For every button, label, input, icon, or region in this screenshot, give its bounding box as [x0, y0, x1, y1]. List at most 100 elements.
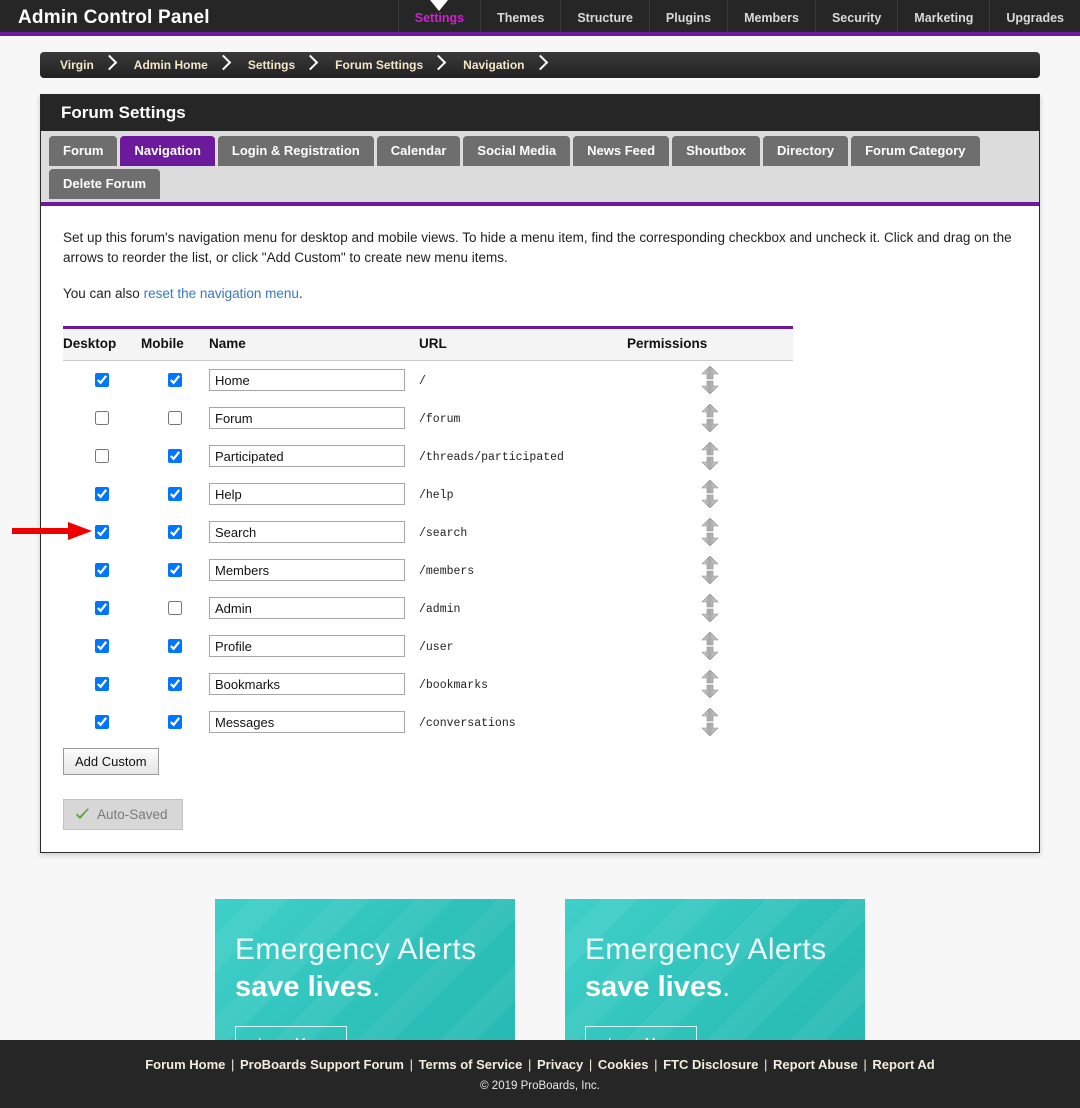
name-input-row-forum[interactable]: [209, 407, 405, 429]
name-input-row-messages[interactable]: [209, 711, 405, 733]
add-custom-button[interactable]: Add Custom: [63, 748, 159, 775]
mobile-checkbox-row-profile[interactable]: [168, 639, 182, 653]
cell-mobile: [141, 399, 209, 437]
reorder-arrows-icon[interactable]: [701, 556, 719, 584]
nav-item-members[interactable]: Members: [727, 0, 815, 32]
footer-link-ftc-disclosure[interactable]: FTC Disclosure: [663, 1057, 758, 1072]
reset-navigation-menu-link[interactable]: reset the navigation menu: [144, 286, 299, 301]
cell-url: /forum: [419, 399, 627, 437]
footer-link-cookies[interactable]: Cookies: [598, 1057, 649, 1072]
nav-item-settings[interactable]: Settings: [397, 0, 480, 32]
breadcrumb-item-virgin[interactable]: Virgin: [40, 52, 104, 78]
mobile-checkbox-row-home[interactable]: [168, 373, 182, 387]
tab-forum-category[interactable]: Forum Category: [851, 136, 980, 166]
name-input-row-members[interactable]: [209, 559, 405, 581]
cell-permissions: [627, 589, 793, 627]
footer-link-report-ad[interactable]: Report Ad: [872, 1057, 934, 1072]
cell-desktop: [63, 703, 141, 741]
reorder-arrows-icon[interactable]: [701, 594, 719, 622]
desktop-checkbox-row-help[interactable]: [95, 487, 109, 501]
intro-reset-line: You can also reset the navigation menu.: [63, 284, 1013, 304]
reorder-arrows-icon[interactable]: [701, 366, 719, 394]
table-row: /search: [63, 513, 793, 551]
url-text: /threads/participated: [419, 451, 564, 464]
breadcrumb-item-admin-home[interactable]: Admin Home: [118, 52, 218, 78]
table-row: /admin: [63, 589, 793, 627]
desktop-checkbox-row-bookmarks[interactable]: [95, 677, 109, 691]
reorder-arrows-icon[interactable]: [701, 518, 719, 546]
tab-calendar[interactable]: Calendar: [376, 136, 461, 166]
footer-link-privacy[interactable]: Privacy: [537, 1057, 583, 1072]
breadcrumb-item-settings[interactable]: Settings: [232, 52, 305, 78]
footer-separator: |: [405, 1056, 417, 1072]
mobile-checkbox-row-members[interactable]: [168, 563, 182, 577]
footer-link-report-abuse[interactable]: Report Abuse: [773, 1057, 858, 1072]
table-row: /help: [63, 475, 793, 513]
reorder-arrows-icon[interactable]: [701, 708, 719, 736]
cell-permissions: [627, 665, 793, 703]
tab-social-media[interactable]: Social Media: [463, 136, 571, 166]
cell-mobile: [141, 665, 209, 703]
tab-navigation[interactable]: Navigation: [120, 136, 215, 166]
mobile-checkbox-row-admin[interactable]: [168, 601, 182, 615]
intro-paragraph: Set up this forum's navigation menu for …: [63, 230, 1012, 265]
desktop-checkbox-row-home[interactable]: [95, 373, 109, 387]
desktop-checkbox-row-search[interactable]: [95, 525, 109, 539]
nav-item-marketing[interactable]: Marketing: [897, 0, 989, 32]
breadcrumb-chevron-icon: [433, 52, 447, 78]
name-input-row-admin[interactable]: [209, 597, 405, 619]
nav-item-upgrades[interactable]: Upgrades: [989, 0, 1080, 32]
reorder-arrows-icon[interactable]: [701, 404, 719, 432]
cell-desktop: [63, 665, 141, 703]
footer-link-forum-home[interactable]: Forum Home: [145, 1057, 225, 1072]
cell-name: [209, 361, 419, 400]
desktop-checkbox-row-forum[interactable]: [95, 411, 109, 425]
nav-item-security[interactable]: Security: [814, 0, 897, 32]
footer-link-proboards-support-forum[interactable]: ProBoards Support Forum: [240, 1057, 404, 1072]
reorder-arrows-icon[interactable]: [701, 442, 719, 470]
tab-login-registration[interactable]: Login & Registration: [217, 136, 374, 166]
url-text: /user: [419, 641, 454, 654]
tab-shoutbox[interactable]: Shoutbox: [672, 136, 761, 166]
url-text: /help: [419, 489, 454, 502]
reorder-arrows-icon[interactable]: [701, 670, 719, 698]
name-input-row-bookmarks[interactable]: [209, 673, 405, 695]
nav-item-structure[interactable]: Structure: [560, 0, 649, 32]
breadcrumb-item-forum-settings[interactable]: Forum Settings: [319, 52, 433, 78]
mobile-checkbox-row-search[interactable]: [168, 525, 182, 539]
mobile-checkbox-row-forum[interactable]: [168, 411, 182, 425]
cell-url: /conversations: [419, 703, 627, 741]
mobile-checkbox-row-messages[interactable]: [168, 715, 182, 729]
mobile-checkbox-row-help[interactable]: [168, 487, 182, 501]
cell-desktop: [63, 437, 141, 475]
tab-directory[interactable]: Directory: [763, 136, 849, 166]
mobile-checkbox-row-bookmarks[interactable]: [168, 677, 182, 691]
desktop-checkbox-row-participated[interactable]: [95, 449, 109, 463]
table-header: Desktop Mobile Name URL Permissions: [63, 326, 793, 361]
cell-url: /threads/participated: [419, 437, 627, 475]
name-input-row-profile[interactable]: [209, 635, 405, 657]
tab-delete-forum[interactable]: Delete Forum: [49, 169, 161, 199]
breadcrumb-chevron-icon: [305, 52, 319, 78]
tab-forum[interactable]: Forum: [49, 136, 118, 166]
cell-name: [209, 589, 419, 627]
nav-item-themes[interactable]: Themes: [480, 0, 560, 32]
reorder-arrows-icon[interactable]: [701, 480, 719, 508]
desktop-checkbox-row-members[interactable]: [95, 563, 109, 577]
desktop-checkbox-row-profile[interactable]: [95, 639, 109, 653]
url-text: /search: [419, 527, 468, 540]
footer-links: Forum Home | ProBoards Support Forum | T…: [145, 1057, 935, 1072]
name-input-row-participated[interactable]: [209, 445, 405, 467]
tab-news-feed[interactable]: News Feed: [573, 136, 670, 166]
breadcrumb-label: Admin Home: [133, 58, 208, 72]
desktop-checkbox-row-messages[interactable]: [95, 715, 109, 729]
nav-item-plugins[interactable]: Plugins: [648, 0, 727, 32]
mobile-checkbox-row-participated[interactable]: [168, 449, 182, 463]
footer-link-terms-of-service[interactable]: Terms of Service: [419, 1057, 523, 1072]
name-input-row-home[interactable]: [209, 369, 405, 391]
name-input-row-help[interactable]: [209, 483, 405, 505]
name-input-row-search[interactable]: [209, 521, 405, 543]
breadcrumb-item-navigation[interactable]: Navigation: [447, 52, 534, 78]
reorder-arrows-icon[interactable]: [701, 632, 719, 660]
desktop-checkbox-row-admin[interactable]: [95, 601, 109, 615]
